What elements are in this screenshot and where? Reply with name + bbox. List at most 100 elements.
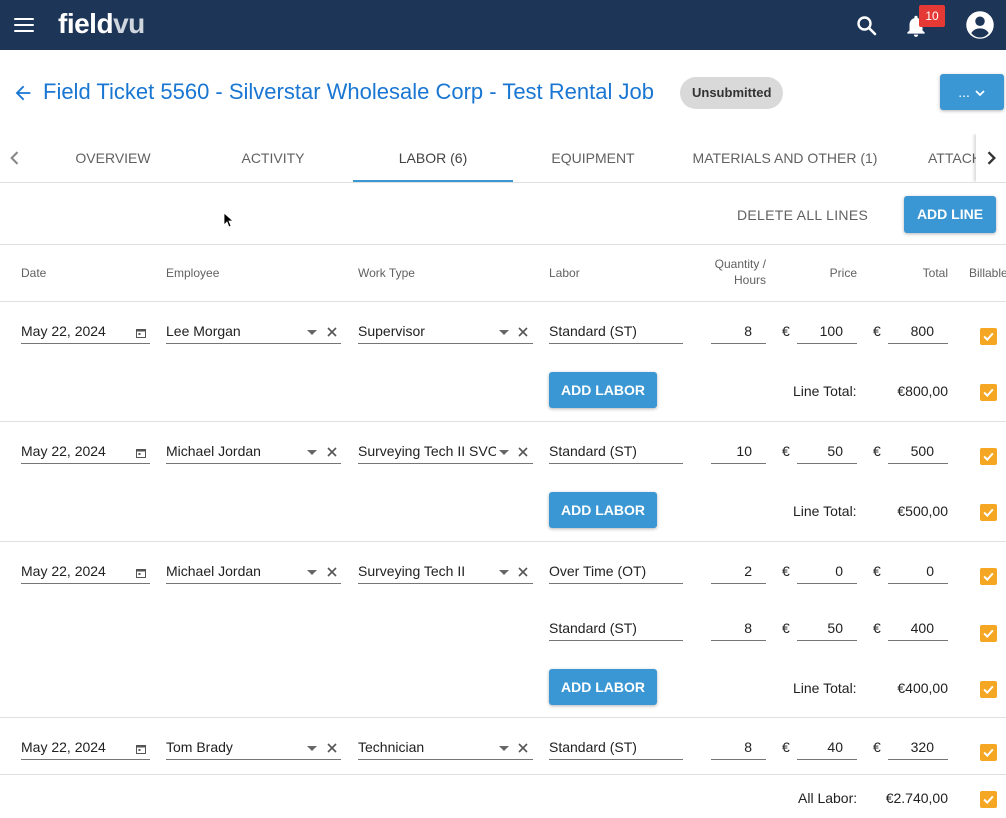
quantity-input[interactable]: 8 xyxy=(711,320,766,344)
total-value: 800 xyxy=(910,323,934,339)
check-icon xyxy=(983,452,994,462)
check-icon xyxy=(983,685,994,695)
quantity-input[interactable]: 8 xyxy=(711,617,766,641)
dropdown-arrow-icon[interactable] xyxy=(499,746,509,751)
price-input[interactable]: 50 xyxy=(797,440,857,464)
price-input[interactable]: 100 xyxy=(797,320,857,344)
billable-checkbox[interactable] xyxy=(980,744,997,761)
line-total-billable-checkbox[interactable] xyxy=(980,504,997,521)
col-total: Total xyxy=(922,266,948,280)
total-input[interactable]: 320 xyxy=(888,736,948,760)
clear-icon[interactable] xyxy=(327,567,337,577)
total-currency: € xyxy=(873,443,881,459)
logo[interactable]: fieldvu xyxy=(58,8,145,40)
all-labor-billable-checkbox[interactable] xyxy=(980,791,997,808)
quantity-value: 8 xyxy=(744,620,752,636)
labor-type-value: Standard (ST) xyxy=(549,323,637,339)
quantity-input[interactable]: 10 xyxy=(711,440,766,464)
billable-checkbox[interactable] xyxy=(980,568,997,585)
billable-checkbox[interactable] xyxy=(980,328,997,345)
labor-type-value: Over Time (OT) xyxy=(549,563,647,579)
tab-scroll-right[interactable] xyxy=(976,134,1006,182)
add-labor-button[interactable]: ADD LABOR xyxy=(549,492,657,528)
clear-icon[interactable] xyxy=(327,327,337,337)
line-total-billable-checkbox[interactable] xyxy=(980,681,997,698)
line-total-label: Line Total: xyxy=(793,503,857,519)
calendar-icon[interactable] xyxy=(135,567,147,579)
total-input[interactable]: 800 xyxy=(888,320,948,344)
menu-icon[interactable] xyxy=(14,14,36,36)
check-icon xyxy=(983,388,994,398)
clear-icon[interactable] xyxy=(327,743,337,753)
work-type-select[interactable]: Technician xyxy=(358,736,533,760)
employee-select[interactable]: Michael Jordan xyxy=(166,440,341,464)
dropdown-arrow-icon[interactable] xyxy=(307,746,317,751)
line-total-billable-checkbox[interactable] xyxy=(980,384,997,401)
quantity-input[interactable]: 2 xyxy=(711,560,766,584)
search-icon[interactable] xyxy=(855,14,879,38)
delete-all-lines-button[interactable]: DELETE ALL LINES xyxy=(737,207,868,223)
price-currency: € xyxy=(782,739,790,755)
clear-icon[interactable] xyxy=(518,447,528,457)
calendar-icon[interactable] xyxy=(135,447,147,459)
col-price: Price xyxy=(829,266,857,280)
dropdown-arrow-icon[interactable] xyxy=(307,330,317,335)
tab-activity[interactable]: ACTIVITY xyxy=(193,134,353,182)
add-labor-button[interactable]: ADD LABOR xyxy=(549,372,657,408)
tab-labor[interactable]: LABOR (6) xyxy=(353,134,513,182)
quantity-value: 8 xyxy=(744,323,752,339)
employee-select[interactable]: Tom Brady xyxy=(166,736,341,760)
date-field[interactable]: May 22, 2024 xyxy=(21,440,150,464)
employee-select[interactable]: Michael Jordan xyxy=(166,560,341,584)
calendar-icon[interactable] xyxy=(135,743,147,755)
tab-materials-and-other[interactable]: MATERIALS AND OTHER (1) xyxy=(673,134,897,182)
dropdown-arrow-icon[interactable] xyxy=(499,450,509,455)
tab-overview[interactable]: OVERVIEW xyxy=(33,134,193,182)
total-value: 320 xyxy=(910,739,934,755)
clear-icon[interactable] xyxy=(518,327,528,337)
clear-icon[interactable] xyxy=(518,567,528,577)
dropdown-arrow-icon[interactable] xyxy=(499,330,509,335)
billable-checkbox[interactable] xyxy=(980,625,997,642)
labor-type-field[interactable]: Standard (ST) xyxy=(549,320,683,344)
date-field[interactable]: May 22, 2024 xyxy=(21,736,150,760)
calendar-icon[interactable] xyxy=(135,327,147,339)
add-labor-button[interactable]: ADD LABOR xyxy=(549,669,657,705)
chevron-left-icon[interactable] xyxy=(5,148,25,168)
account-icon[interactable] xyxy=(965,10,995,40)
work-type-select[interactable]: Surveying Tech II SVO xyxy=(358,440,533,464)
dropdown-arrow-icon[interactable] xyxy=(499,570,509,575)
check-icon xyxy=(983,332,994,342)
labor-type-field[interactable]: Standard (ST) xyxy=(549,440,683,464)
more-actions-button[interactable]: ... xyxy=(940,74,1004,110)
employee-select[interactable]: Lee Morgan xyxy=(166,320,341,344)
price-value: 100 xyxy=(819,323,843,339)
total-input[interactable]: 0 xyxy=(888,560,948,584)
clear-icon[interactable] xyxy=(327,447,337,457)
dropdown-arrow-icon[interactable] xyxy=(307,450,317,455)
date-field[interactable]: May 22, 2024 xyxy=(21,560,150,584)
work-type-select[interactable]: Surveying Tech II xyxy=(358,560,533,584)
tab-equipment[interactable]: EQUIPMENT xyxy=(513,134,673,182)
clear-icon[interactable] xyxy=(518,743,528,753)
total-input[interactable]: 400 xyxy=(888,617,948,641)
price-input[interactable]: 50 xyxy=(797,617,857,641)
quantity-input[interactable]: 8 xyxy=(711,736,766,760)
back-arrow-icon[interactable] xyxy=(12,82,34,104)
quantity-value: 2 xyxy=(744,563,752,579)
price-input[interactable]: 40 xyxy=(797,736,857,760)
labor-table-header: Date Employee Work Type Labor Quantity /… xyxy=(0,245,1006,302)
add-line-button[interactable]: ADD LINE xyxy=(904,196,996,233)
billable-checkbox[interactable] xyxy=(980,448,997,465)
labor-type-field[interactable]: Standard (ST) xyxy=(549,736,683,760)
date-field[interactable]: May 22, 2024 xyxy=(21,320,150,344)
tab-bar: OVERVIEW ACTIVITY LABOR (6) EQUIPMENT MA… xyxy=(0,134,1006,183)
total-input[interactable]: 500 xyxy=(888,440,948,464)
labor-type-field[interactable]: Over Time (OT) xyxy=(549,560,683,584)
labor-type-value: Standard (ST) xyxy=(549,443,637,459)
col-quantity-line2: Hours xyxy=(733,273,766,287)
work-type-select[interactable]: Supervisor xyxy=(358,320,533,344)
dropdown-arrow-icon[interactable] xyxy=(307,570,317,575)
price-input[interactable]: 0 xyxy=(797,560,857,584)
labor-type-field[interactable]: Standard (ST) xyxy=(549,617,683,641)
